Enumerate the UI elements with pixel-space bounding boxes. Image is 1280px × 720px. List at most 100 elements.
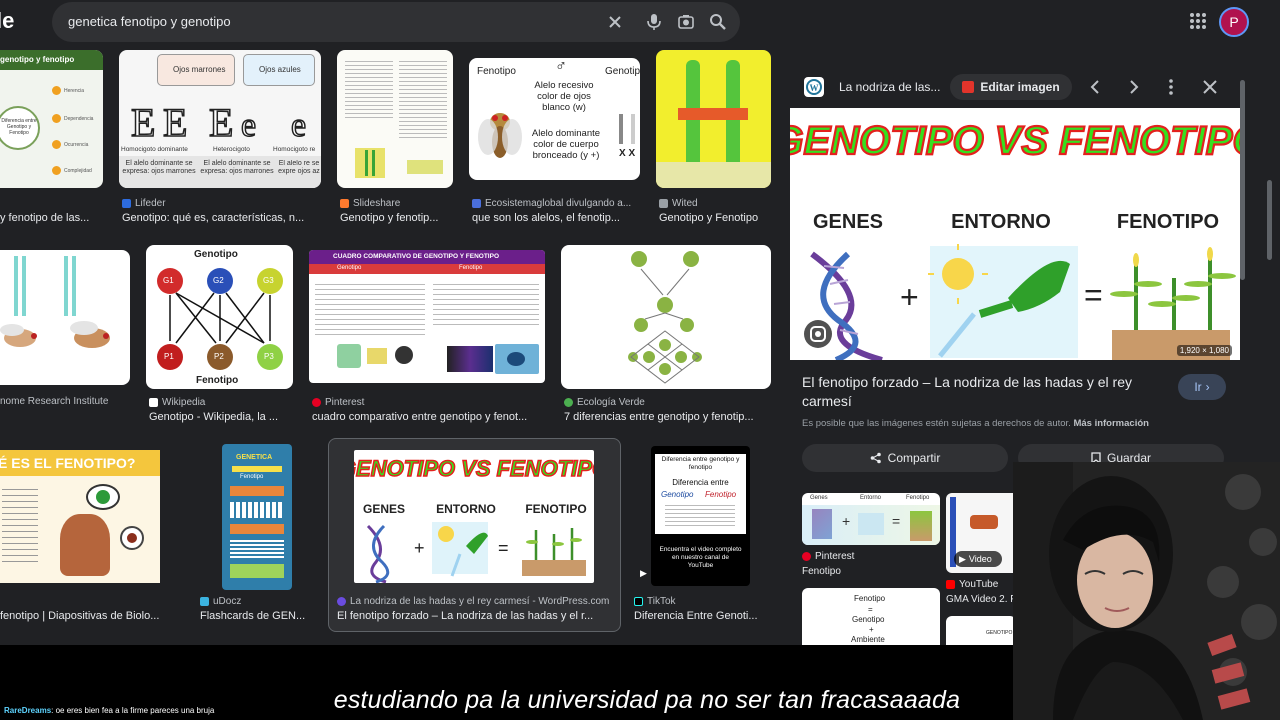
result-thumbnail[interactable]: genotipo y fenotipo Diferencia entre Gen… xyxy=(0,50,103,188)
svg-text:ENTORNO: ENTORNO xyxy=(436,502,496,516)
panel-page-title[interactable]: El fenotipo forzado – La nodriza de las … xyxy=(802,373,1162,411)
related-thumbnail[interactable]: Fenotipo = Genotipo + Ambiente xyxy=(802,588,940,645)
result-title[interactable]: El fenotipo forzado – La nodriza de las … xyxy=(337,610,613,622)
panel-header: W La nodriza de las... Editar imagen xyxy=(790,66,1246,108)
svg-text:E: E xyxy=(209,100,233,142)
svg-text:e: e xyxy=(291,107,306,142)
youtube-favicon-icon xyxy=(946,580,955,589)
result-thumbnail[interactable]: GENETICA Fenotipo xyxy=(222,444,292,590)
result-thumbnail[interactable] xyxy=(656,50,771,188)
play-icon: ▶ xyxy=(959,553,966,564)
result-thumbnail[interactable] xyxy=(337,50,453,188)
result-thumbnail[interactable]: Fenotipo Genotip ♂ Alelo recesivo color … xyxy=(469,58,640,180)
result-title[interactable]: y fenotipo de las... xyxy=(0,212,100,224)
related-thumbnail[interactable]: Genes Entorno Fenotipo + = xyxy=(802,493,940,545)
close-panel-icon[interactable] xyxy=(1200,77,1220,97)
pinterest-favicon-icon xyxy=(312,398,321,407)
result-thumbnail[interactable]: Diferencia entre genotipo y fenotipo Dif… xyxy=(651,446,750,586)
more-options-icon[interactable] xyxy=(1161,77,1181,97)
ecosistemaglobal-favicon-icon xyxy=(472,199,481,208)
lens-search-button[interactable] xyxy=(804,320,832,348)
result-title[interactable]: 7 diferencias entre genotipo y fenotip..… xyxy=(564,411,770,423)
fruit-flies-illustration xyxy=(0,256,110,348)
microphone-icon[interactable] xyxy=(644,12,664,32)
svg-text:ENTORNO: ENTORNO xyxy=(951,211,1051,233)
result-title[interactable]: cuadro comparativo entre genotipo y feno… xyxy=(312,411,544,423)
preview-image[interactable]: GENOTIPO VS FENOTIPO GENES ENTORNO FENOT… xyxy=(790,108,1240,360)
related-title[interactable]: GMA Video 2. F xyxy=(946,594,1016,605)
result-source: Lifeder xyxy=(122,198,166,209)
result-source: Ecología Verde xyxy=(564,397,645,408)
image-dimensions: 1,920 × 1,080 xyxy=(1176,345,1232,356)
visit-site-button[interactable]: Ir › xyxy=(1178,374,1226,400)
share-icon xyxy=(870,452,881,464)
related-thumbnail[interactable]: GENOTIPO xyxy=(946,616,1016,645)
svg-text:E: E xyxy=(131,100,155,142)
svg-text:FENOTIPO: FENOTIPO xyxy=(1117,211,1219,233)
svg-text:=: = xyxy=(498,538,509,558)
streamer-webcam-image xyxy=(1013,462,1280,720)
result-thumbnail[interactable] xyxy=(561,245,771,389)
tiktok-favicon-icon xyxy=(634,597,643,606)
wikipedia-favicon-icon xyxy=(149,398,158,407)
genotipo-vs-fenotipo-image: GENOTIPO VS FENOTIPO GENES ENTORNO FENOT… xyxy=(790,118,1240,360)
result-thumbnail[interactable]: Genotipo G1 G2 G3 P1 P2 P3 Fenotipo xyxy=(146,245,293,389)
chevron-right-icon: › xyxy=(1205,380,1210,394)
related-title[interactable]: Fenotipo xyxy=(802,566,940,577)
svg-text:GENOTIPO VS FENOTIPO: GENOTIPO VS FENOTIPO xyxy=(790,119,1240,163)
page-scrollbar[interactable] xyxy=(1267,180,1272,260)
lifeder-favicon-icon xyxy=(122,199,131,208)
search-box[interactable]: genetica fenotipo y genotipo xyxy=(52,2,740,42)
result-source: Wited xyxy=(659,198,698,209)
result-source: TikTok xyxy=(634,596,676,607)
result-title[interactable]: Genotipo y fenotip... xyxy=(340,212,454,224)
account-avatar[interactable]: P xyxy=(1219,7,1249,37)
webcam-feed xyxy=(1013,462,1280,720)
wited-favicon-icon xyxy=(659,199,668,208)
slideshare-favicon-icon xyxy=(340,199,349,208)
svg-text:GENES: GENES xyxy=(363,502,405,516)
clear-search-icon[interactable] xyxy=(605,12,625,32)
result-title[interactable]: Genotipo y Fenotipo xyxy=(659,212,771,224)
result-source: Pinterest xyxy=(312,397,364,408)
male-symbol-icon: ♂ xyxy=(555,58,567,75)
svg-text:GENOTIPO VS FENOTIPO: GENOTIPO VS FENOTIPO xyxy=(354,456,594,481)
result-title[interactable]: nome Research Institute xyxy=(0,396,128,407)
result-title[interactable]: Genotipo: qué es, características, n... xyxy=(122,212,318,224)
result-thumbnail[interactable]: GENOTIPO VS FENOTIPO GENES ENTORNO FENOT… xyxy=(354,450,594,583)
result-thumbnail[interactable]: Ojos marrones Ojos azules E E E e e Homo… xyxy=(119,50,321,188)
result-source: Slideshare xyxy=(340,198,400,209)
svg-text:+: + xyxy=(900,279,919,315)
panel-scrollbar[interactable] xyxy=(1240,80,1245,280)
result-title[interactable]: fenotipo | Diapositivas de Biolo... xyxy=(0,610,160,622)
result-source: Wikipedia xyxy=(149,397,205,408)
share-button[interactable]: Compartir xyxy=(802,444,1008,472)
search-input[interactable]: genetica fenotipo y genotipo xyxy=(68,14,231,29)
svg-text:e: e xyxy=(241,107,256,142)
result-title[interactable]: Flashcards de GEN... xyxy=(200,610,312,622)
video-play-icon: ▶ xyxy=(640,568,647,578)
next-image-icon[interactable] xyxy=(1123,77,1143,97)
edit-image-button[interactable]: Editar imagen xyxy=(950,74,1072,100)
search-icon[interactable] xyxy=(708,12,728,32)
result-source: La nodriza de las hadas y el rey carmesí… xyxy=(337,596,609,607)
google-logo-fragment[interactable]: le xyxy=(0,8,14,34)
camera-lens-icon[interactable] xyxy=(676,12,696,32)
punnett-cross-illustration xyxy=(628,251,702,384)
result-source: uDocz xyxy=(200,596,241,607)
panel-site-name[interactable]: La nodriza de las... xyxy=(839,80,940,94)
result-thumbnail[interactable]: É ES EL FENOTIPO? xyxy=(0,450,160,583)
pdf-edit-icon xyxy=(962,81,975,93)
result-thumbnail[interactable] xyxy=(0,250,130,385)
svg-text:W: W xyxy=(810,83,819,93)
result-title[interactable]: Diferencia Entre Genoti... xyxy=(634,610,766,622)
svg-text:=: = xyxy=(1084,277,1103,313)
result-title[interactable]: Genotipo - Wikipedia, la ... xyxy=(149,411,289,423)
svg-text:FENOTIPO: FENOTIPO xyxy=(525,502,586,516)
previous-image-icon[interactable] xyxy=(1086,77,1106,97)
apps-grid-icon[interactable] xyxy=(1188,11,1208,31)
fruit-fly-illustration xyxy=(478,113,522,158)
result-title[interactable]: que son los alelos, el fenotip... xyxy=(472,212,634,224)
more-info-link[interactable]: Más información xyxy=(1073,418,1149,429)
result-thumbnail[interactable]: CUADRO COMPARATIVO DE GENOTIPO Y FENOTIP… xyxy=(309,250,545,383)
